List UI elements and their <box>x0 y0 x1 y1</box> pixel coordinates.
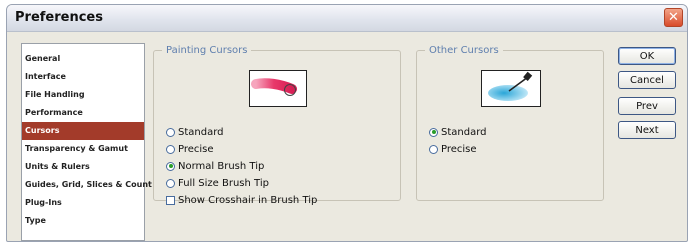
category-item-guides-grid-slices[interactable]: Guides, Grid, Slices & Count <box>22 176 152 194</box>
other-cursors-legend: Other Cursors <box>429 45 499 56</box>
other-standard-option[interactable]: Standard <box>429 124 487 140</box>
painting-normal-brush-tip-label: Normal Brush Tip <box>178 160 265 172</box>
other-standard-radio[interactable] <box>429 127 438 137</box>
painting-full-size-brush-tip-option[interactable]: Full Size Brush Tip <box>166 175 269 191</box>
painting-cursor-preview <box>249 70 307 107</box>
category-item-performance[interactable]: Performance <box>22 104 144 122</box>
ok-button[interactable]: OK <box>618 47 676 65</box>
other-standard-label: Standard <box>441 126 487 138</box>
category-list[interactable]: General Interface File Handling Performa… <box>21 43 152 241</box>
painting-cursors-group: Painting Cursors Standard Precise Normal… <box>153 45 401 206</box>
other-precise-label: Precise <box>441 143 477 155</box>
category-item-units-rulers[interactable]: Units & Rulers <box>22 158 144 176</box>
painting-precise-option[interactable]: Precise <box>166 141 214 157</box>
category-item-general[interactable]: General <box>22 50 144 68</box>
close-button[interactable]: ✕ <box>664 8 683 27</box>
painting-cursors-legend: Painting Cursors <box>166 45 248 56</box>
other-cursors-group: Other Cursors Standard Precise <box>416 45 604 201</box>
eyedropper-icon <box>488 71 533 101</box>
painting-precise-radio[interactable] <box>166 144 175 154</box>
category-item-type[interactable]: Type <box>22 212 144 230</box>
next-button[interactable]: Next <box>618 121 676 139</box>
painting-normal-brush-tip-radio[interactable] <box>166 161 175 171</box>
cancel-button[interactable]: Cancel <box>618 71 676 89</box>
show-crosshair-label: Show Crosshair in Brush Tip <box>178 194 318 206</box>
category-item-plug-ins[interactable]: Plug-Ins <box>22 194 144 212</box>
brush-stroke-icon <box>251 78 297 96</box>
other-precise-radio[interactable] <box>429 144 438 154</box>
painting-precise-label: Precise <box>178 143 214 155</box>
other-precise-option[interactable]: Precise <box>429 141 477 157</box>
other-cursor-preview <box>481 70 541 107</box>
category-item-file-handling[interactable]: File Handling <box>22 86 144 104</box>
preferences-dialog: Preferences ✕ General Interface File Han… <box>6 4 688 242</box>
painting-standard-radio[interactable] <box>166 127 175 137</box>
close-icon: ✕ <box>668 10 679 25</box>
category-item-interface[interactable]: Interface <box>22 68 144 86</box>
painting-standard-label: Standard <box>178 126 224 138</box>
category-item-transparency-gamut[interactable]: Transparency & Gamut <box>22 140 144 158</box>
category-item-cursors[interactable]: Cursors <box>22 122 144 140</box>
dialog-title: Preferences <box>15 10 103 25</box>
show-crosshair-option[interactable]: Show Crosshair in Brush Tip <box>166 192 317 208</box>
show-crosshair-checkbox[interactable] <box>166 195 175 205</box>
painting-full-size-brush-tip-label: Full Size Brush Tip <box>178 177 269 189</box>
title-bar[interactable]: Preferences ✕ <box>7 5 687 32</box>
painting-standard-option[interactable]: Standard <box>166 124 224 140</box>
painting-full-size-brush-tip-radio[interactable] <box>166 178 175 188</box>
prev-button[interactable]: Prev <box>618 97 676 115</box>
painting-normal-brush-tip-option[interactable]: Normal Brush Tip <box>166 158 264 174</box>
